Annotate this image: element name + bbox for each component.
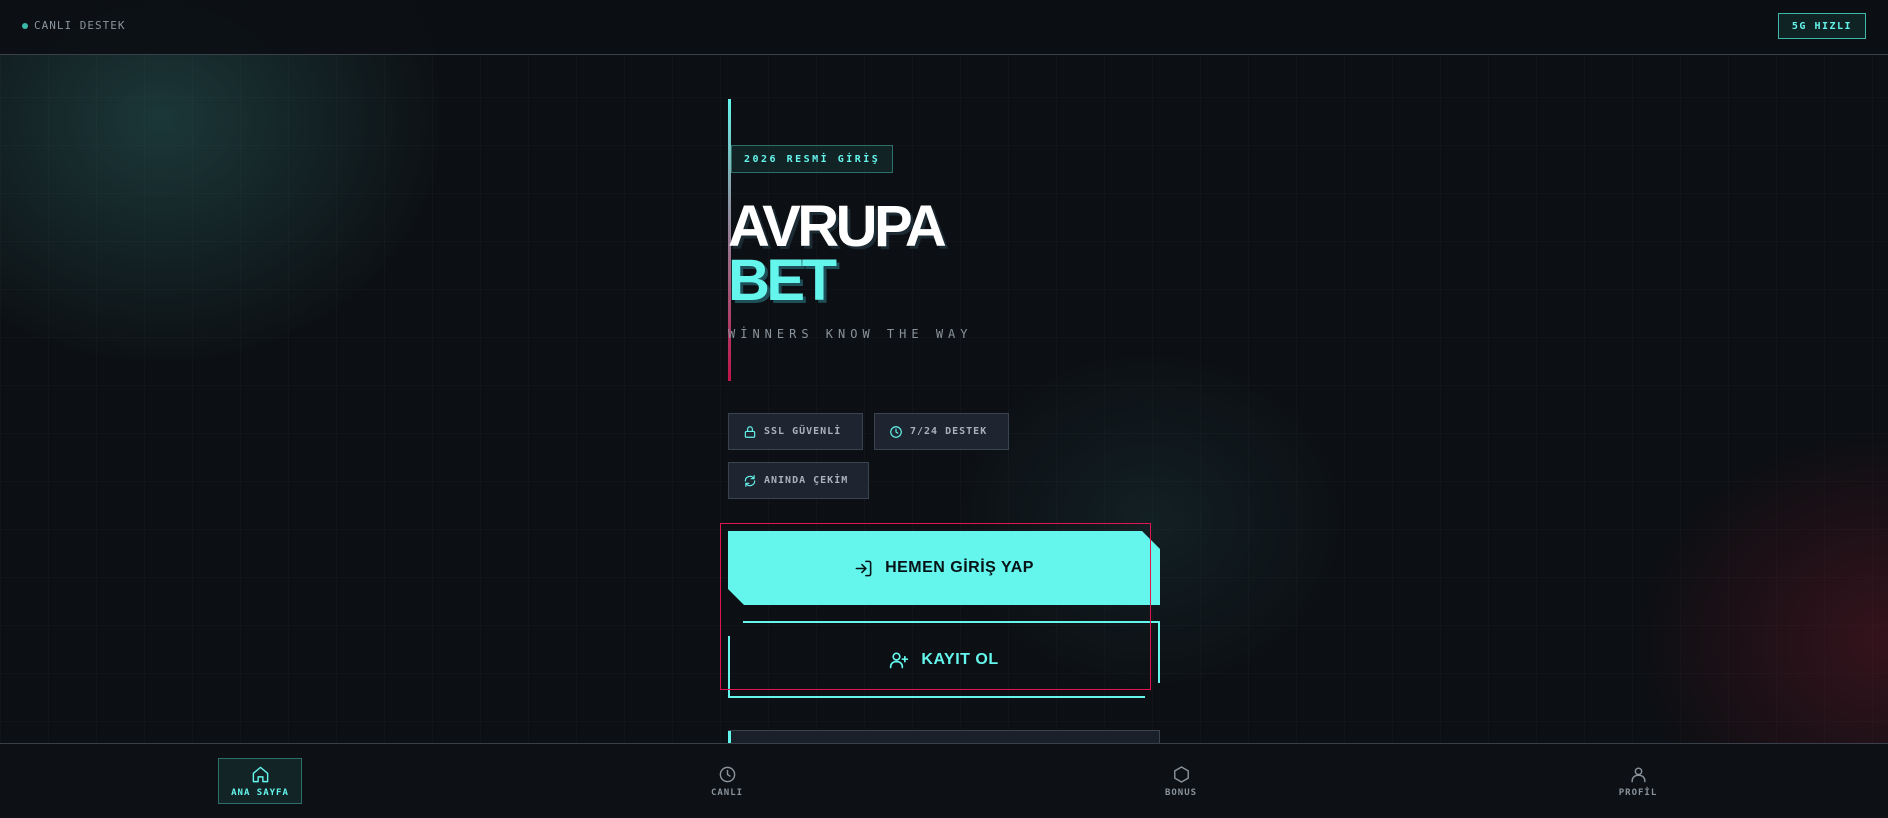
user-plus-icon [890, 652, 909, 668]
live-support-label: CANLI DESTEK [34, 19, 126, 32]
nav-profile[interactable]: PROFİL [1596, 758, 1680, 804]
register-border-top [743, 621, 1160, 623]
nav-profile-label: PROFİL [1618, 787, 1658, 798]
feature-support-label: 7/24 DESTEK [910, 426, 988, 437]
feature-support: 7/24 DESTEK [874, 413, 1009, 450]
status-dot-icon [22, 22, 28, 29]
hexagon-icon [1173, 765, 1189, 783]
bottom-navigation: ANA SAYFA CANLI BONUS PROFİL [0, 743, 1888, 818]
login-button[interactable]: HEMEN GİRİŞ YAP [728, 531, 1160, 605]
speed-badge: 5G HIZLI [1778, 13, 1866, 39]
user-icon [1630, 766, 1646, 782]
register-border-left [728, 636, 730, 698]
register-border-bottom [728, 696, 1145, 698]
clock-icon [890, 425, 902, 438]
nav-bonus[interactable]: BONUS [1139, 758, 1223, 804]
top-bar: CANLI DESTEK 5G HIZLI [0, 0, 1888, 55]
register-border-right [1158, 621, 1160, 683]
tagline: WİNNERS KNOW THE WAY [728, 327, 973, 341]
login-icon [855, 560, 872, 576]
nav-home-label: ANA SAYFA [231, 787, 289, 798]
feature-ssl: SSL GÜVENLİ [728, 413, 863, 450]
register-button-label: KAYIT OL [921, 650, 999, 668]
hero-section: 2026 RESMİ GİRİŞ AVRUPA BET WİNNERS KNOW… [720, 0, 1160, 818]
clock-icon [719, 766, 735, 782]
register-button[interactable]: KAYIT OL [728, 621, 1160, 698]
feature-withdrawal: ANINDA ÇEKİM [728, 462, 869, 499]
nav-bonus-label: BONUS [1164, 787, 1198, 798]
nav-live[interactable]: CANLI [685, 758, 769, 804]
official-entry-tag: 2026 RESMİ GİRİŞ [731, 145, 894, 173]
live-support[interactable]: CANLI DESTEK [22, 19, 125, 32]
login-button-label: HEMEN GİRİŞ YAP [885, 559, 1034, 576]
feature-ssl-label: SSL GÜVENLİ [764, 426, 842, 437]
lock-icon [744, 425, 756, 438]
refresh-icon [744, 474, 756, 487]
home-icon [252, 766, 268, 782]
nav-home[interactable]: ANA SAYFA [218, 758, 302, 804]
feature-withdrawal-label: ANINDA ÇEKİM [764, 475, 849, 486]
nav-live-label: CANLI [710, 787, 744, 798]
brand-title-line2: BET [728, 248, 837, 313]
